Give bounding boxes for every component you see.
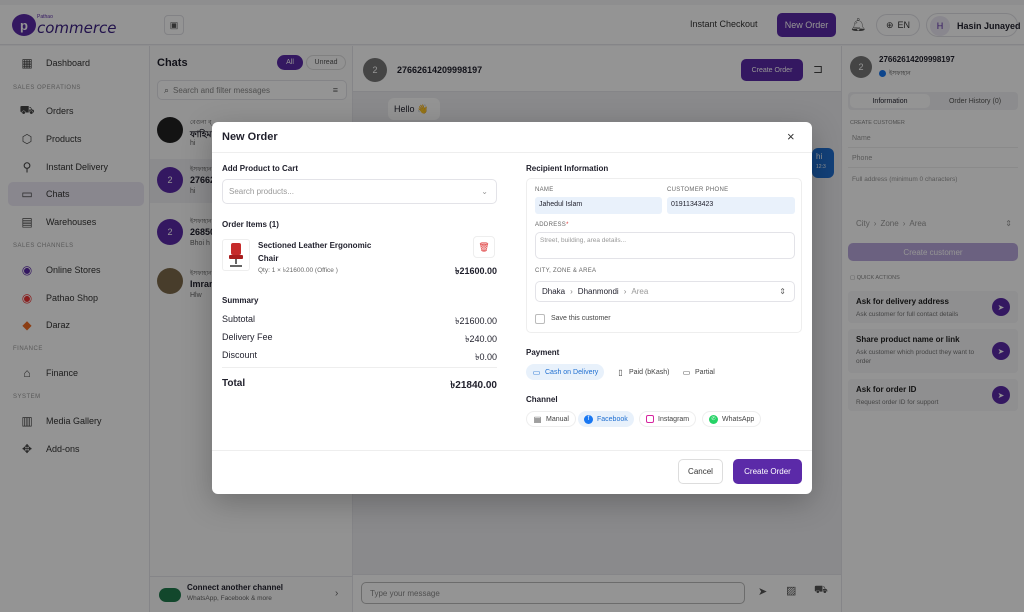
cash-icon: ▭	[532, 367, 541, 377]
channel-option-label: WhatsApp	[722, 415, 755, 423]
save-customer-label: Save this customer	[551, 315, 611, 322]
payment-option-bkash[interactable]: ▯ Paid (bKash)	[610, 364, 675, 380]
summary-discount: Discount ৳0.00	[222, 350, 497, 365]
close-icon[interactable]: ×	[787, 129, 795, 144]
name-label: NAME	[535, 187, 554, 193]
new-order-modal: New Order × Add Product to Cart Search p…	[212, 122, 812, 494]
payment-heading: Payment	[526, 348, 560, 357]
trash-icon[interactable]: 🗑︎	[473, 236, 495, 258]
payment-option-cod[interactable]: ▭ Cash on Delivery	[526, 364, 605, 380]
total-value: ৳21840.00	[450, 380, 497, 391]
facebook-icon: f	[584, 414, 593, 424]
item-name: Sectioned Leather Ergonomic Chair	[258, 241, 372, 263]
channel-option-label: Facebook	[597, 415, 628, 423]
payment-option-partial[interactable]: ▭ Partial	[676, 364, 721, 380]
create-order-submit-button[interactable]: Create Order	[733, 459, 802, 484]
payment-option-label: Paid (bKash)	[629, 368, 670, 376]
summary-subtotal: Subtotal ৳21600.00	[222, 314, 497, 329]
chevron-down-icon: ⌄	[481, 187, 488, 196]
city-zone-area-select[interactable]: Dhaka › Dhanmondi › Area ⇕	[535, 281, 795, 302]
divider	[222, 367, 497, 368]
divider	[212, 152, 812, 153]
address-input[interactable]: Street, building, area details...	[535, 232, 795, 259]
manual-icon: ▤	[533, 414, 542, 424]
summary-total: Total ৳21840.00	[222, 378, 497, 395]
instagram-icon	[646, 415, 654, 423]
payment-option-label: Partial	[695, 368, 715, 376]
cancel-button[interactable]: Cancel	[678, 459, 723, 484]
product-search-input[interactable]: Search products... ⌄	[222, 179, 497, 204]
total-label: Total	[222, 378, 246, 389]
summary-value: ৳0.00	[475, 352, 497, 362]
summary-delivery-fee: Delivery Fee ৳240.00	[222, 332, 497, 347]
phone-label: CUSTOMER PHONE	[667, 187, 729, 193]
product-search-placeholder: Search products...	[229, 187, 294, 196]
add-product-heading: Add Product to Cart	[222, 164, 298, 173]
recipient-card: NAME Jahedul Islam CUSTOMER PHONE 019113…	[526, 178, 802, 333]
recipient-name-input[interactable]: Jahedul Islam	[535, 197, 662, 214]
recipient-heading: Recipient Information	[526, 164, 609, 173]
product-thumbnail	[222, 239, 250, 271]
city-value: Dhaka	[542, 287, 566, 296]
item-meta: Qty: 1 × ৳21600.00 (Office )	[258, 267, 338, 274]
summary-label: Delivery Fee	[222, 332, 273, 342]
summary-value: ৳21600.00	[454, 316, 497, 326]
summary-label: Subtotal	[222, 314, 256, 324]
summary-value: ৳240.00	[464, 334, 497, 344]
item-price: ৳21600.00	[454, 266, 497, 276]
summary-heading: Summary	[222, 296, 259, 305]
address-label-text: ADDRESS	[535, 222, 567, 228]
payment-option-label: Cash on Delivery	[545, 368, 599, 376]
whatsapp-icon: ✆	[709, 414, 718, 424]
channel-option-whatsapp[interactable]: ✆ WhatsApp	[702, 411, 762, 427]
recipient-phone-input[interactable]: 01911343423	[667, 197, 795, 214]
save-customer-checkbox[interactable]	[535, 314, 545, 324]
channel-heading: Channel	[526, 395, 558, 404]
phone-icon: ▯	[618, 367, 623, 377]
chevron-updown-icon: ⇕	[779, 287, 786, 296]
channel-option-instagram[interactable]: Instagram	[639, 411, 697, 427]
chair-image	[229, 243, 243, 267]
address-label: ADDRESS*	[535, 222, 569, 228]
modal-title: New Order	[222, 131, 278, 143]
channel-option-manual[interactable]: ▤ Manual	[526, 411, 576, 427]
channel-option-facebook[interactable]: f Facebook	[578, 411, 634, 427]
area-placeholder: Area	[631, 287, 649, 296]
divider	[212, 450, 812, 451]
card-icon: ▭	[682, 367, 691, 377]
channel-option-label: Instagram	[658, 415, 690, 423]
channel-option-label: Manual	[546, 415, 569, 423]
city-zone-area-label: CITY, ZONE & AREA	[535, 268, 597, 274]
order-items-heading: Order Items (1)	[222, 220, 279, 229]
zone-value: Dhanmondi	[577, 287, 619, 296]
summary-label: Discount	[222, 350, 258, 360]
